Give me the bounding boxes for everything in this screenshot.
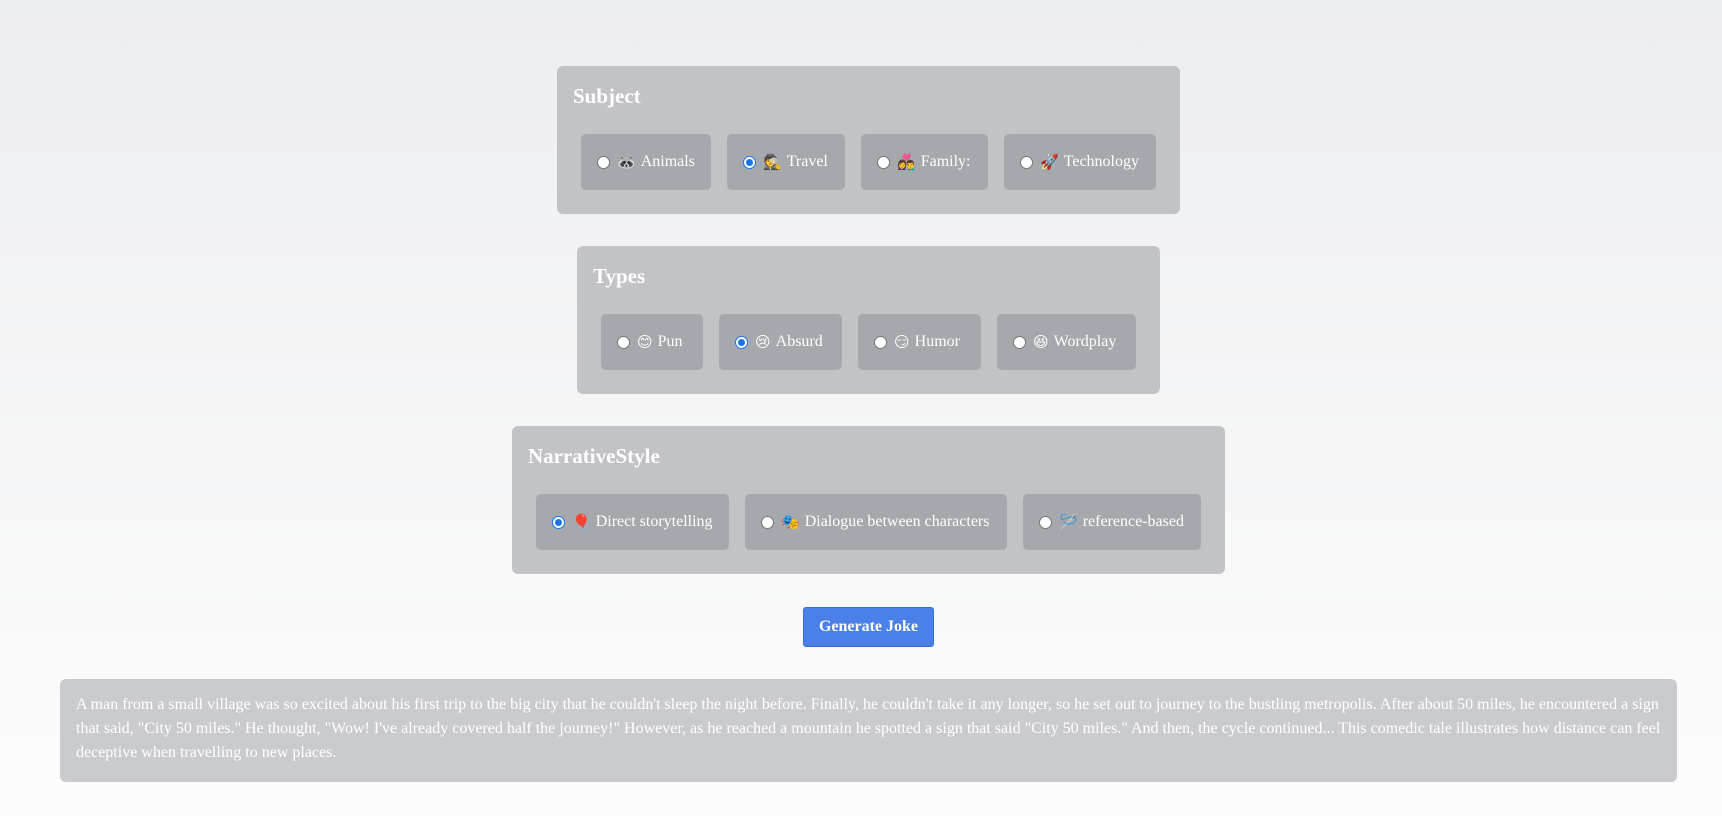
types-option-label: Absurd xyxy=(775,333,823,350)
radio-animals[interactable] xyxy=(597,155,610,169)
generate-joke-button[interactable]: Generate Joke xyxy=(803,607,934,647)
types-option-absurd[interactable]: 😢 Absurd xyxy=(719,314,842,370)
rocket-icon: 🚀 xyxy=(1040,153,1059,171)
subject-option-family[interactable]: 👩‍❤️‍👨 Family: xyxy=(861,134,988,190)
subject-option-technology[interactable]: 🚀 Technology xyxy=(1004,134,1156,190)
types-option-label: Wordplay xyxy=(1053,333,1117,350)
radio-technology[interactable] xyxy=(1020,155,1033,169)
detective-icon: 🕵 xyxy=(763,153,782,171)
types-panel: Types 😊 Pun 😢 Absurd 😏 Humor 😆 Wordplay xyxy=(577,246,1160,394)
subject-option-animals[interactable]: 🦝 Animals xyxy=(581,134,711,190)
narrative-option-dialogue[interactable]: 🎭 Dialogue between characters xyxy=(745,494,1007,550)
types-option-wordplay[interactable]: 😆 Wordplay xyxy=(997,314,1136,370)
radio-travel[interactable] xyxy=(743,155,756,169)
subject-options: 🦝 Animals 🕵 Travel 👩‍❤️‍👨 Family: 🚀 Tech… xyxy=(581,134,1156,190)
radio-humor[interactable] xyxy=(874,335,887,349)
subject-panel: Subject 🦝 Animals 🕵 Travel 👩‍❤️‍👨 Family… xyxy=(557,66,1180,214)
narrative-option-direct[interactable]: 🎈 Direct storytelling xyxy=(536,494,729,550)
types-option-pun[interactable]: 😊 Pun xyxy=(601,314,703,370)
theater-masks-icon: 🎭 xyxy=(781,513,800,531)
subject-title: Subject xyxy=(573,84,641,108)
laughing-icon: 😆 xyxy=(1033,333,1049,351)
subject-option-label: Animals xyxy=(640,153,695,170)
radio-absurd[interactable] xyxy=(735,335,748,349)
narrative-title: NarrativeStyle xyxy=(528,444,660,468)
joke-output: A man from a small village was so excite… xyxy=(60,679,1677,782)
types-title: Types xyxy=(593,264,646,288)
raccoon-icon: 🦝 xyxy=(617,153,636,171)
subject-option-label: Travel xyxy=(786,153,828,170)
subject-option-travel[interactable]: 🕵 Travel xyxy=(727,134,845,190)
narrative-option-reference[interactable]: 🪡 reference-based xyxy=(1023,494,1201,550)
types-option-label: Pun xyxy=(657,333,683,350)
balloon-icon: 🎈 xyxy=(572,513,591,531)
narrative-option-label: Dialogue between characters xyxy=(804,513,990,530)
smirk-icon: 😏 xyxy=(894,333,910,351)
narrative-option-label: Direct storytelling xyxy=(595,513,713,530)
needle-icon: 🪡 xyxy=(1059,513,1078,531)
types-option-label: Humor xyxy=(914,333,960,350)
couple-icon: 👩‍❤️‍👨 xyxy=(897,153,916,171)
types-option-humor[interactable]: 😏 Humor xyxy=(858,314,981,370)
radio-family[interactable] xyxy=(877,155,890,169)
radio-direct[interactable] xyxy=(552,515,565,529)
radio-reference[interactable] xyxy=(1039,515,1052,529)
radio-pun[interactable] xyxy=(617,335,630,349)
subject-option-label: Technology xyxy=(1063,153,1139,170)
narrative-option-label: reference-based xyxy=(1082,513,1184,530)
radio-wordplay[interactable] xyxy=(1013,335,1026,349)
types-options: 😊 Pun 😢 Absurd 😏 Humor 😆 Wordplay xyxy=(601,314,1136,370)
subject-option-label: Family: xyxy=(920,153,971,170)
smile-icon: 😊 xyxy=(637,333,653,351)
radio-dialogue[interactable] xyxy=(761,515,774,529)
crying-icon: 😢 xyxy=(755,333,771,351)
narrative-options: 🎈 Direct storytelling 🎭 Dialogue between… xyxy=(536,494,1201,550)
narrative-panel: NarrativeStyle 🎈 Direct storytelling 🎭 D… xyxy=(512,426,1225,574)
